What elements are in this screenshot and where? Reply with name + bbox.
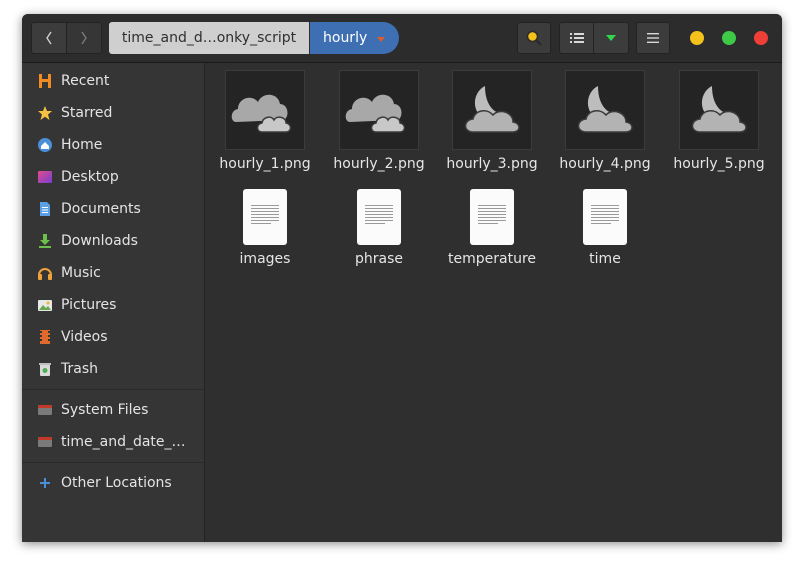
text-file-icon xyxy=(583,189,627,245)
file-name: hourly_4.png xyxy=(559,156,651,172)
sidebar-item-pictures[interactable]: Pictures xyxy=(22,291,204,319)
file-view: hourly_1.png hourly_2.png hourly_3.png h… xyxy=(205,63,782,542)
file-name: hourly_2.png xyxy=(333,156,425,172)
file-name: phrase xyxy=(354,251,403,267)
sidebar-item-starred[interactable]: Starred xyxy=(22,99,204,127)
breadcrumb-current-label: hourly xyxy=(323,30,368,46)
breadcrumb-parent-label: time_and_d…onky_script xyxy=(121,30,297,46)
search-icon xyxy=(526,30,542,46)
recent-icon xyxy=(37,73,53,89)
sidebar-item-label: Downloads xyxy=(61,233,138,249)
breadcrumb-parent[interactable]: time_and_d…onky_script xyxy=(109,22,309,54)
sidebar-item-downloads[interactable]: Downloads xyxy=(22,227,204,255)
sidebar-item-label: Trash xyxy=(61,361,98,377)
sidebar-item-desktop[interactable]: Desktop xyxy=(22,163,204,191)
sidebar-item-recent[interactable]: Recent xyxy=(22,67,204,95)
sidebar-item-system-files[interactable]: System Files xyxy=(22,396,204,424)
caret-down-icon xyxy=(606,35,616,41)
file-name: hourly_5.png xyxy=(673,156,765,172)
forward-button[interactable] xyxy=(66,22,102,54)
sidebar-item-label: Other Locations xyxy=(61,475,172,491)
list-view-icon xyxy=(569,33,584,43)
sidebar-item-documents[interactable]: Documents xyxy=(22,195,204,223)
file-item-images[interactable]: images xyxy=(210,187,320,267)
minimize-button[interactable] xyxy=(690,31,704,45)
file-item-hourly-3[interactable]: hourly_3.png xyxy=(437,70,547,172)
view-options-button[interactable] xyxy=(593,22,629,54)
sidebar-item-label: Videos xyxy=(61,329,108,345)
cloud-icon xyxy=(225,70,305,150)
file-item-hourly-1[interactable]: hourly_1.png xyxy=(210,70,320,172)
moon-cloud-icon xyxy=(452,70,532,150)
sidebar-item-home[interactable]: Home xyxy=(22,131,204,159)
list-view-button[interactable] xyxy=(559,22,594,54)
sidebar-item-label: Documents xyxy=(61,201,141,217)
home-icon xyxy=(37,137,53,153)
sidebar-item-other-locations[interactable]: Other Locations xyxy=(22,469,204,497)
sidebar-item-label: Pictures xyxy=(61,297,117,313)
file-name: images xyxy=(239,251,291,267)
trash-icon xyxy=(37,361,53,377)
sidebar-item-label: Home xyxy=(61,137,103,153)
sidebar-item-label: System Files xyxy=(61,402,149,418)
pictures-icon xyxy=(37,297,53,313)
breadcrumb-current[interactable]: hourly xyxy=(310,22,399,54)
documents-icon xyxy=(37,201,53,217)
sidebar-item-label: time_and_date_… xyxy=(61,434,186,450)
file-item-hourly-4[interactable]: hourly_4.png xyxy=(550,70,660,172)
file-item-phrase[interactable]: phrase xyxy=(324,187,434,267)
hamburger-menu-icon xyxy=(647,33,659,43)
videos-icon xyxy=(37,329,53,345)
close-button[interactable] xyxy=(754,31,768,45)
chevron-left-icon xyxy=(46,31,52,45)
chevron-right-icon xyxy=(81,31,87,45)
sidebar-item-music[interactable]: Music xyxy=(22,259,204,287)
moon-cloud-icon xyxy=(679,70,759,150)
sidebar: Recent Starred Home Desktop Documents Do… xyxy=(22,63,205,542)
sidebar-item-trash[interactable]: Trash xyxy=(22,355,204,383)
sidebar-item-videos[interactable]: Videos xyxy=(22,323,204,351)
file-name: hourly_1.png xyxy=(219,156,311,172)
downloads-icon xyxy=(37,233,53,249)
sidebar-separator xyxy=(22,462,204,463)
star-icon xyxy=(37,105,53,121)
sidebar-item-label: Desktop xyxy=(61,169,119,185)
cloud-icon xyxy=(339,70,419,150)
maximize-button[interactable] xyxy=(722,31,736,45)
file-name: time xyxy=(589,251,621,267)
file-item-time[interactable]: time xyxy=(550,187,660,267)
caret-down-icon xyxy=(377,36,386,42)
menu-button[interactable] xyxy=(636,22,670,54)
back-button[interactable] xyxy=(31,22,67,54)
file-item-hourly-2[interactable]: hourly_2.png xyxy=(324,70,434,172)
sidebar-item-label: Music xyxy=(61,265,101,281)
sidebar-item-label: Recent xyxy=(61,73,110,89)
drive-icon xyxy=(37,434,53,450)
plus-icon xyxy=(37,475,53,491)
sidebar-item-time-and-date-volume[interactable]: time_and_date_… xyxy=(22,428,204,456)
text-file-icon xyxy=(243,189,287,245)
sidebar-item-label: Starred xyxy=(61,105,113,121)
text-file-icon xyxy=(357,189,401,245)
file-name: hourly_3.png xyxy=(446,156,538,172)
moon-cloud-icon xyxy=(565,70,645,150)
file-item-hourly-5[interactable]: hourly_5.png xyxy=(664,70,774,172)
sidebar-separator xyxy=(22,389,204,390)
file-manager-window: time_and_d…onky_script hourly Recent Sta… xyxy=(22,14,782,542)
drive-icon xyxy=(37,402,53,418)
music-icon xyxy=(37,265,53,281)
file-name: temperature xyxy=(448,251,536,267)
text-file-icon xyxy=(470,189,514,245)
file-item-temperature[interactable]: temperature xyxy=(437,187,547,267)
search-button[interactable] xyxy=(517,22,551,54)
header-bar: time_and_d…onky_script hourly xyxy=(22,14,782,63)
desktop-icon xyxy=(37,169,53,185)
